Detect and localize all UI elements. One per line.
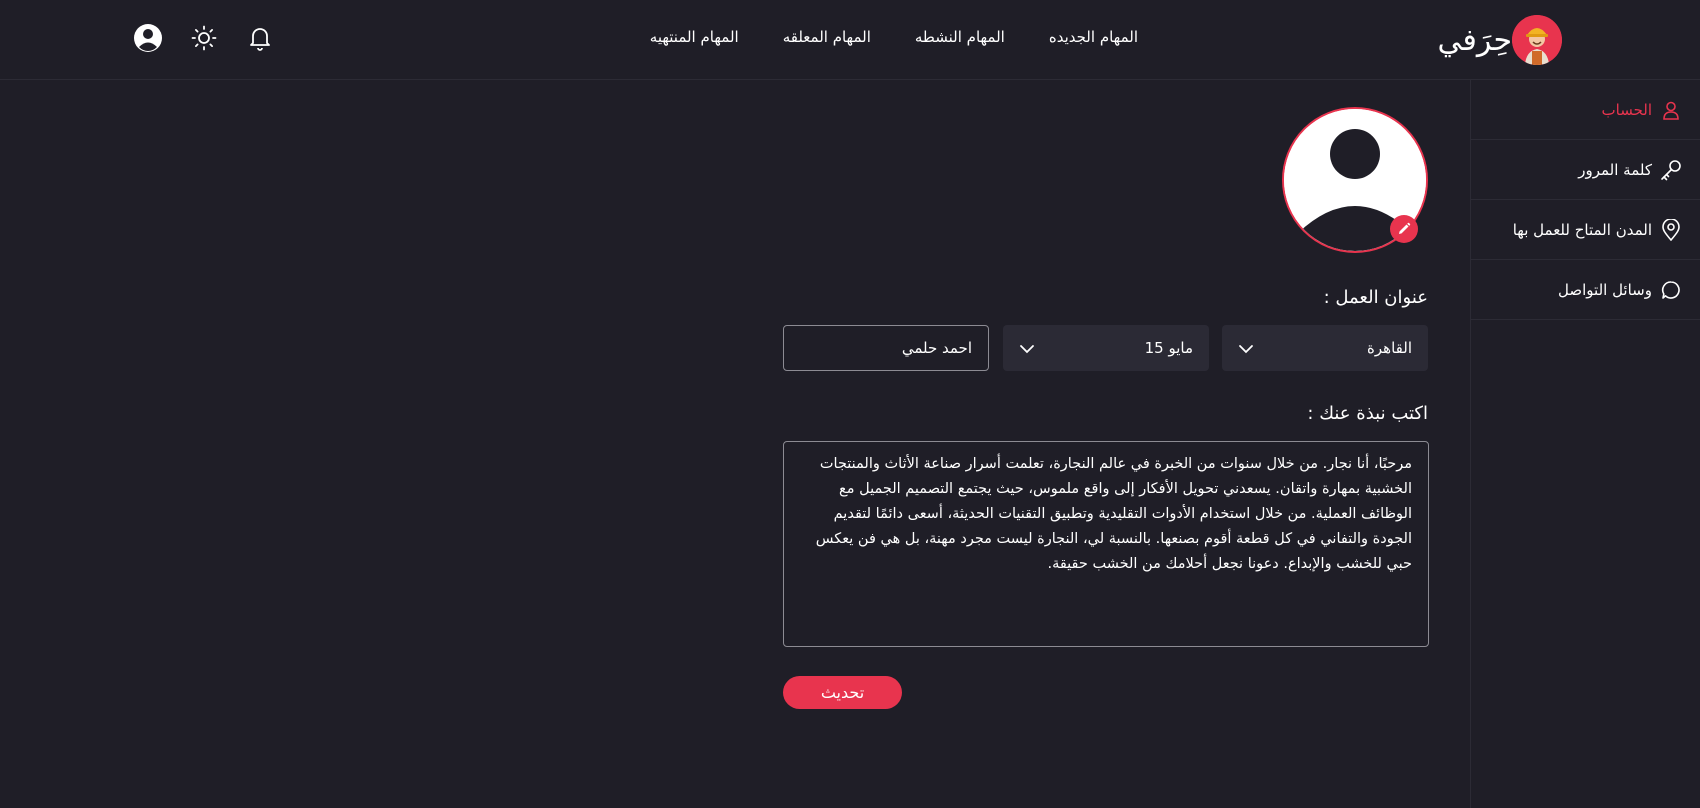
- chevron-down-icon: [1238, 339, 1254, 358]
- top-header: حِرَفي المهام الجديده المهام النشطه المه…: [0, 0, 1700, 80]
- settings-sidebar: الحساب كلمة المرور المدن المتاح للعمل به…: [1470, 80, 1700, 808]
- district-select[interactable]: 15 مايو: [1003, 325, 1209, 371]
- nav-finished-tasks[interactable]: المهام المنتهيه: [628, 28, 761, 46]
- nav-pending-tasks[interactable]: المهام المعلقه: [761, 28, 893, 46]
- sidebar-item-label: كلمة المرور: [1578, 160, 1652, 179]
- sidebar-item-contact[interactable]: وسائل التواصل: [1471, 260, 1700, 320]
- bio-label: اكتب نبذة عنك :: [1307, 403, 1428, 424]
- sidebar-item-cities[interactable]: المدن المتاح للعمل بها: [1471, 200, 1700, 260]
- brand[interactable]: حِرَفي: [1426, 10, 1562, 70]
- nav-active-tasks[interactable]: المهام النشطه: [893, 28, 1027, 46]
- work-address-label: عنوان العمل :: [1323, 287, 1428, 308]
- craftsman-logo-icon: [1512, 15, 1562, 65]
- sidebar-item-label: المدن المتاح للعمل بها: [1512, 220, 1652, 239]
- sidebar-item-account[interactable]: الحساب: [1471, 80, 1700, 140]
- sidebar-item-password[interactable]: كلمة المرور: [1471, 140, 1700, 200]
- sun-icon[interactable]: [188, 22, 220, 54]
- key-icon: [1660, 159, 1682, 181]
- pencil-icon: [1399, 222, 1411, 234]
- update-button[interactable]: تحديث: [783, 676, 902, 709]
- sidebar-item-label: الحساب: [1601, 100, 1653, 119]
- chat-icon: [1660, 279, 1682, 301]
- chevron-down-icon: [1019, 339, 1035, 358]
- user-circle-icon[interactable]: [132, 22, 164, 54]
- bio-textarea[interactable]: مرحبًا، أنا نجار. من خلال سنوات من الخبر…: [783, 441, 1429, 647]
- location-icon: [1660, 218, 1682, 241]
- bell-icon[interactable]: [244, 22, 276, 54]
- district-value: 15 مايو: [1144, 339, 1193, 357]
- city-select[interactable]: القاهرة: [1222, 325, 1428, 371]
- name-input[interactable]: [783, 325, 989, 371]
- brand-name: حِرَفي: [1437, 22, 1512, 58]
- main-nav: المهام الجديده المهام النشطه المهام المع…: [628, 28, 1160, 46]
- sidebar-item-label: وسائل التواصل: [1558, 280, 1652, 299]
- header-icons: [132, 22, 300, 54]
- user-icon: [1660, 99, 1682, 121]
- profile-avatar: [1282, 107, 1428, 253]
- city-value: القاهرة: [1367, 339, 1412, 357]
- nav-new-tasks[interactable]: المهام الجديده: [1027, 28, 1160, 46]
- edit-avatar-button[interactable]: [1390, 215, 1418, 243]
